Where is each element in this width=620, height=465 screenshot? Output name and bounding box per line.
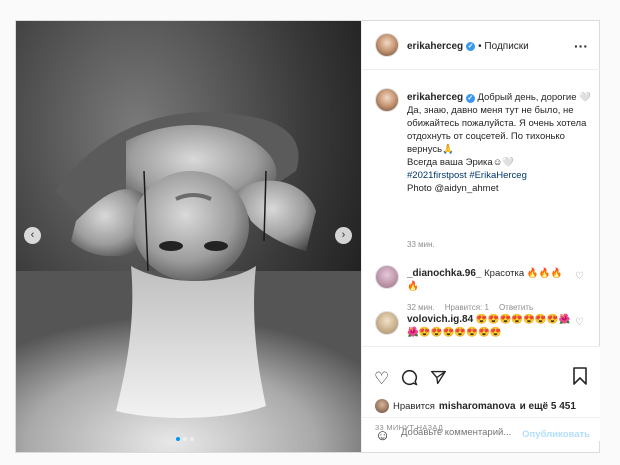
carousel-dot-2 <box>183 437 187 441</box>
caption-avatar[interactable] <box>375 88 399 112</box>
liker-avatar[interactable] <box>375 399 389 413</box>
post-photo[interactable]: ‹ › <box>16 21 361 452</box>
heart-emoji-icon: 🤍 <box>579 92 591 103</box>
caption-username[interactable]: erikaherceg <box>407 92 463 103</box>
comment-time: 32 мин. <box>407 303 435 312</box>
follow-link[interactable]: • Подписки <box>478 41 529 52</box>
caption-time: 33 мин. <box>407 240 435 249</box>
caption-line-2: Да, знаю, давно меня тут не было, не оби… <box>407 105 587 155</box>
share-icon[interactable] <box>430 369 447 391</box>
liker-username[interactable]: misharomanova <box>439 401 516 412</box>
carousel-dots <box>176 437 194 441</box>
likes-count[interactable]: и ещё 5 451 <box>520 401 576 412</box>
comment-like-icon[interactable]: ♡ <box>575 317 584 328</box>
carousel-prev-button[interactable]: ‹ <box>24 227 41 244</box>
caption-line-3: Всегда ваша Эрика <box>407 157 493 168</box>
comment-avatar[interactable] <box>375 311 399 335</box>
likes-prefix: Нравится <box>393 400 435 412</box>
author-username[interactable]: erikaherceg <box>407 41 463 52</box>
comment-text: _dianochka.96_ Красотка 🔥🔥🔥🔥 <box>407 267 572 293</box>
caption-hashtags[interactable]: #2021firstpost #ErikaHerceg <box>407 170 527 181</box>
post-header: erikaherceg ✓ • Подписки ··· <box>362 21 600 70</box>
author-avatar[interactable] <box>375 33 399 57</box>
smile-heart-emoji-icon: ☺🤍 <box>492 157 515 168</box>
like-icon[interactable]: ♡ <box>374 369 389 391</box>
verified-icon: ✓ <box>466 42 476 51</box>
comment-meta: 32 мин. Нравится: 1 Ответить <box>407 303 533 312</box>
bookmark-icon[interactable] <box>573 367 587 385</box>
post-frame: ‹ › erikaherceg ✓ • Подписки ··· erikahe… <box>15 20 600 453</box>
post-caption: erikaherceg ✓ Добрый день, дорогие 🤍 Да,… <box>362 70 600 249</box>
verified-icon: ✓ <box>465 94 475 103</box>
more-options-icon[interactable]: ··· <box>574 38 588 54</box>
comment-icon[interactable] <box>401 369 418 391</box>
author-info: erikaherceg ✓ • Подписки <box>407 41 529 52</box>
comment-likes[interactable]: Нравится: 1 <box>445 303 489 312</box>
comment-username[interactable]: _dianochka.96_ <box>407 268 481 279</box>
add-comment-bar: ☺ Опубликовать <box>362 417 600 452</box>
likes-summary: Нравится misharomanova и ещё 5 451 <box>375 399 576 413</box>
comment-input[interactable] <box>401 427 531 438</box>
caption-line-1: Добрый день, дорогие <box>477 92 577 103</box>
photo-image <box>16 21 361 452</box>
comment-reply-button[interactable]: Ответить <box>499 303 533 312</box>
post-side-panel: erikaherceg ✓ • Подписки ··· erikaherceg… <box>361 21 600 452</box>
carousel-dot-3 <box>190 437 194 441</box>
caption-photo-credit: Photo @aidyn_ahmet <box>407 183 499 194</box>
comment-username[interactable]: volovich.ig.84 <box>407 314 473 325</box>
comment-avatar[interactable] <box>375 265 399 289</box>
emoji-picker-icon[interactable]: ☺ <box>375 427 390 444</box>
carousel-next-button[interactable]: › <box>335 227 352 244</box>
caption-text: erikaherceg ✓ Добрый день, дорогие 🤍 Да,… <box>407 91 592 195</box>
publish-button[interactable]: Опубликовать <box>522 429 590 440</box>
pray-emoji-icon: 🙏 <box>442 144 454 155</box>
action-icons: ♡ <box>374 369 447 391</box>
carousel-dot-1 <box>176 437 180 441</box>
comment-like-icon[interactable]: ♡ <box>575 271 584 282</box>
comment-text: volovich.ig.84 😍😍😍😍😍😍😍🌺🌺😍😍😍😍😍😍😍 <box>407 313 572 339</box>
